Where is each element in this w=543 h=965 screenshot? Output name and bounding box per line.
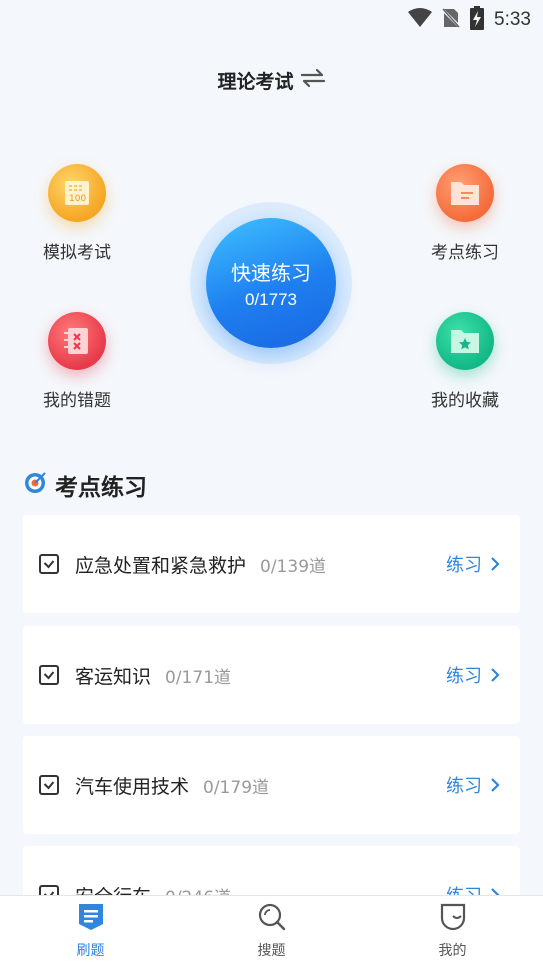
list-item-title: 客运知识 xyxy=(75,665,152,688)
list-item-title: 应急处置和紧急救护 xyxy=(75,554,247,577)
folder-icon xyxy=(436,164,494,222)
list-item-count: 0/139道 xyxy=(260,556,327,577)
status-icons: 5:33 xyxy=(408,6,531,34)
page-title[interactable]: 理论考试 xyxy=(217,67,293,94)
wrong-book-icon xyxy=(48,312,106,370)
profile-icon xyxy=(438,902,468,932)
feature-mock-exam[interactable]: 100 模拟考试 xyxy=(17,164,137,263)
svg-text:100: 100 xyxy=(69,194,86,204)
nav-item-profile[interactable]: 我的 xyxy=(362,896,543,965)
quick-practice-button[interactable]: 快速练习 0/1773 xyxy=(190,202,352,364)
practice-label: 练习 xyxy=(446,776,482,797)
star-folder-icon xyxy=(436,312,494,370)
battery-charging-icon xyxy=(470,6,485,34)
target-icon xyxy=(23,471,47,499)
quick-practice-circle[interactable]: 快速练习 0/1773 xyxy=(206,218,336,348)
practice-link[interactable]: 练习 xyxy=(446,551,500,577)
list-item[interactable]: 应急处置和紧急救护 0/139道 练习 xyxy=(23,515,520,613)
feature-label: 我的收藏 xyxy=(431,391,499,411)
feature-key-point[interactable]: 考点练习 xyxy=(405,164,525,263)
checkbox-icon xyxy=(39,554,59,574)
feature-label: 考点练习 xyxy=(431,243,499,263)
chevron-right-icon xyxy=(491,557,500,571)
status-time: 5:33 xyxy=(494,9,531,30)
wifi-icon xyxy=(408,8,433,32)
feature-label: 模拟考试 xyxy=(43,243,111,263)
practice-label: 练习 xyxy=(446,555,482,576)
practice-icon xyxy=(76,902,106,932)
swap-icon[interactable] xyxy=(300,68,326,92)
feature-wrong-questions[interactable]: 我的错题 xyxy=(17,312,137,411)
checkbox-icon xyxy=(39,775,59,795)
practice-link[interactable]: 练习 xyxy=(446,772,500,798)
nav-label: 搜题 xyxy=(257,943,286,959)
practice-label: 练习 xyxy=(446,666,482,687)
section-title: 考点练习 xyxy=(55,475,147,501)
search-icon xyxy=(257,902,287,932)
nav-item-search[interactable]: 搜题 xyxy=(181,896,362,965)
chevron-right-icon xyxy=(491,668,500,682)
quick-practice-label: 快速练习 xyxy=(231,260,311,285)
list-item[interactable]: 客运知识 0/171道 练习 xyxy=(23,626,520,724)
chevron-right-icon xyxy=(491,778,500,792)
header: 理论考试 xyxy=(0,60,543,100)
list-item-count: 0/179道 xyxy=(203,777,270,798)
list-item-count: 0/171道 xyxy=(165,667,232,688)
quick-practice-count: 0/1773 xyxy=(245,289,297,309)
section-header: 考点练习 xyxy=(23,468,147,502)
feature-label: 我的错题 xyxy=(43,391,111,411)
list-item[interactable]: 汽车使用技术 0/179道 练习 xyxy=(23,736,520,834)
list-item-title: 汽车使用技术 xyxy=(75,775,190,798)
nav-label: 我的 xyxy=(438,943,467,959)
exam-paper-icon: 100 xyxy=(48,164,106,222)
status-bar: 5:33 xyxy=(0,0,543,38)
practice-link[interactable]: 练习 xyxy=(446,662,500,688)
nav-item-practice[interactable]: 刷题 xyxy=(0,896,181,965)
feature-favorites[interactable]: 我的收藏 xyxy=(405,312,525,411)
no-sim-icon xyxy=(440,7,462,33)
nav-label: 刷题 xyxy=(76,943,105,959)
checkbox-icon xyxy=(39,665,59,685)
bottom-nav: 刷题 搜题 我的 xyxy=(0,895,543,965)
